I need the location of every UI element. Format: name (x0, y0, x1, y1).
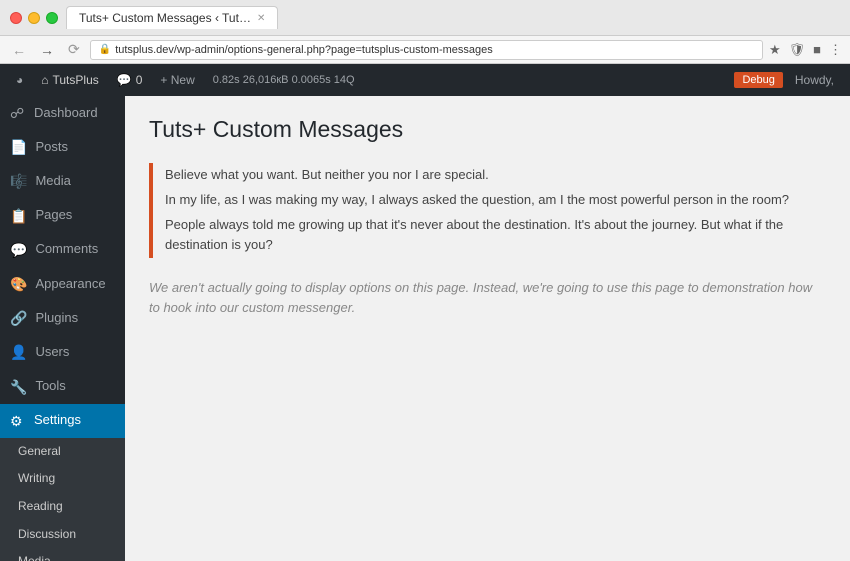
home-icon: ⌂ (41, 73, 48, 87)
comments-icon: 💬 (10, 241, 27, 259)
browser-toolbar: ★ 🛡 ■ ⋮ (769, 42, 842, 58)
stats-text: 0.82s 26,016кB 0.0065s 14Q (213, 74, 355, 86)
settings-label: Settings (34, 412, 81, 429)
debug-button[interactable]: Debug (734, 72, 782, 88)
writing-label: Writing (18, 471, 55, 487)
dashboard-icon: ☍ (10, 104, 26, 122)
discussion-label: Discussion (18, 527, 76, 543)
submenu-general[interactable]: General (0, 438, 125, 466)
howdy-item[interactable]: Howdy, (787, 64, 842, 96)
site-name-item[interactable]: ⌂ TutsPlus (33, 64, 107, 96)
wp-logo[interactable]: ◕ (8, 64, 31, 96)
lock-icon: 🔒 (99, 44, 111, 55)
submenu-media[interactable]: Media (0, 548, 125, 561)
sidebar-item-comments[interactable]: 💬 Comments (0, 233, 125, 267)
howdy-label: Howdy, (795, 73, 834, 87)
browser-tab[interactable]: Tuts+ Custom Messages ‹ Tut… ✕ (66, 6, 278, 29)
address-text: tutsplus.dev/wp-admin/options-general.ph… (115, 44, 493, 56)
sidebar-menu: ☍ Dashboard 📄 Posts 🎼 Media 📋 Pages 💬 Co… (0, 96, 125, 561)
menu-icon[interactable]: ⋮ (829, 42, 842, 58)
tools-label: Tools (35, 378, 65, 395)
media-icon: 🎼 (10, 172, 27, 190)
posts-label: Posts (35, 139, 68, 156)
users-label: Users (35, 344, 69, 361)
submenu-reading[interactable]: Reading (0, 493, 125, 521)
sidebar-item-media[interactable]: 🎼 Media (0, 164, 125, 198)
users-icon: 👤 (10, 343, 27, 361)
sidebar-item-settings[interactable]: ⚙ Settings (0, 404, 125, 438)
pages-label: Pages (35, 207, 72, 224)
browser-chrome: Tuts+ Custom Messages ‹ Tut… ✕ (0, 0, 850, 36)
tools-icon: 🔧 (10, 378, 27, 396)
page-title: Tuts+ Custom Messages (149, 116, 826, 143)
general-label: General (18, 444, 61, 460)
media-sub-label: Media (18, 554, 51, 561)
submenu-writing[interactable]: Writing (0, 465, 125, 493)
extension-icon: ■ (813, 42, 821, 57)
sidebar-item-posts[interactable]: 📄 Posts (0, 130, 125, 164)
message-line-2: In my life, as I was making my way, I al… (165, 188, 814, 213)
stats-item: 0.82s 26,016кB 0.0065s 14Q (205, 64, 363, 96)
wp-admin-bar: ◕ ⌂ TutsPlus 💬 0 + New 0.82s 26,016кB 0.… (0, 64, 850, 96)
maximize-button[interactable] (46, 12, 58, 24)
reading-label: Reading (18, 499, 63, 515)
settings-submenu: General Writing Reading Discussion Media… (0, 438, 125, 561)
comments-label: Comments (35, 241, 98, 258)
wp-wrapper: ☍ Dashboard 📄 Posts 🎼 Media 📋 Pages 💬 Co… (0, 96, 850, 561)
comment-icon: 💬 (117, 73, 132, 87)
refresh-button[interactable]: ⟳ (64, 39, 84, 60)
appearance-icon: 🎨 (10, 275, 27, 293)
dashboard-label: Dashboard (34, 105, 98, 122)
new-content-item[interactable]: + New (152, 64, 202, 96)
close-button[interactable] (10, 12, 22, 24)
forward-button[interactable]: → (36, 40, 58, 60)
sidebar-item-appearance[interactable]: 🎨 Appearance (0, 267, 125, 301)
message-line-3: People always told me growing up that it… (165, 213, 814, 259)
browser-nav: ← → ⟳ 🔒 tutsplus.dev/wp-admin/options-ge… (0, 36, 850, 64)
new-label: + New (160, 73, 194, 87)
sidebar-item-dashboard[interactable]: ☍ Dashboard (0, 96, 125, 130)
admin-bar-right: Debug Howdy, (734, 64, 842, 96)
description-text: We aren't actually going to display opti… (149, 278, 826, 317)
posts-icon: 📄 (10, 138, 27, 156)
plugins-label: Plugins (35, 310, 78, 327)
sidebar-item-tools[interactable]: 🔧 Tools (0, 370, 125, 404)
back-button[interactable]: ← (8, 40, 30, 60)
plugins-icon: 🔗 (10, 309, 27, 327)
tab-close-icon[interactable]: ✕ (257, 13, 265, 24)
star-icon[interactable]: ★ (769, 42, 781, 58)
shield-icon: 🛡 (789, 42, 806, 58)
appearance-label: Appearance (35, 276, 105, 293)
sidebar: ☍ Dashboard 📄 Posts 🎼 Media 📋 Pages 💬 Co… (0, 96, 125, 561)
main-content: Tuts+ Custom Messages Believe what you w… (125, 96, 850, 561)
address-bar[interactable]: 🔒 tutsplus.dev/wp-admin/options-general.… (90, 40, 763, 60)
messages-block: Believe what you want. But neither you n… (149, 163, 826, 258)
comments-count: 0 (136, 73, 143, 87)
minimize-button[interactable] (28, 12, 40, 24)
settings-icon: ⚙ (10, 412, 26, 430)
media-label: Media (35, 173, 70, 190)
debug-label: Debug (742, 74, 774, 86)
sidebar-item-pages[interactable]: 📋 Pages (0, 199, 125, 233)
pages-icon: 📋 (10, 207, 27, 225)
tab-title: Tuts+ Custom Messages ‹ Tut… (79, 11, 251, 25)
site-name: TutsPlus (53, 73, 99, 87)
comments-item[interactable]: 💬 0 (109, 64, 151, 96)
sidebar-item-plugins[interactable]: 🔗 Plugins (0, 301, 125, 335)
traffic-lights (10, 12, 58, 24)
sidebar-item-users[interactable]: 👤 Users (0, 335, 125, 369)
message-line-1: Believe what you want. But neither you n… (165, 163, 814, 188)
submenu-discussion[interactable]: Discussion (0, 521, 125, 549)
